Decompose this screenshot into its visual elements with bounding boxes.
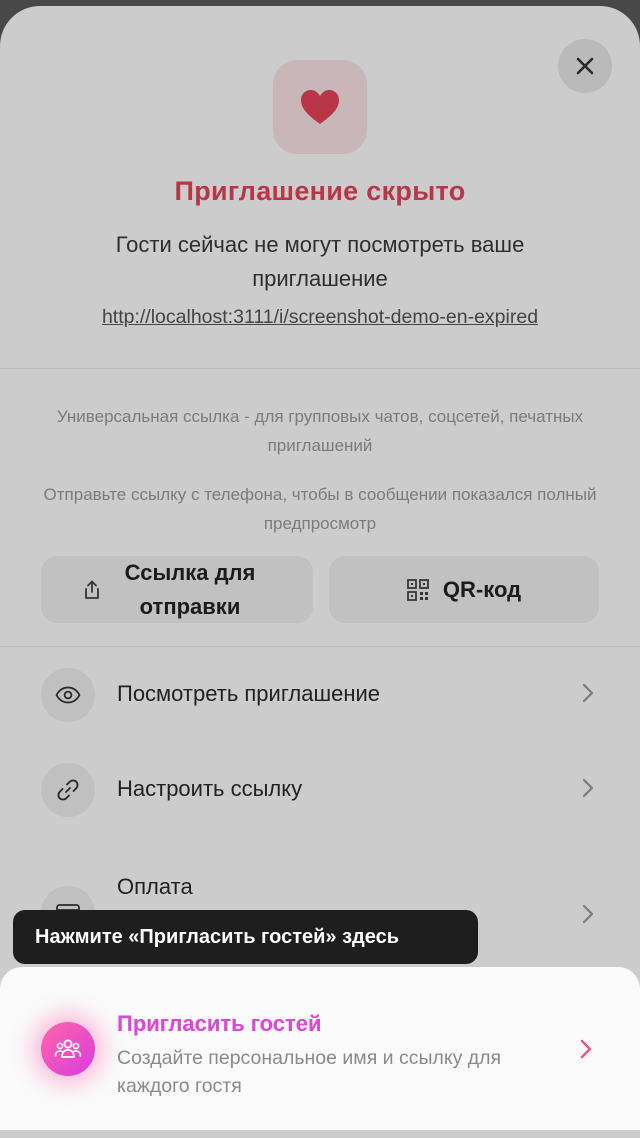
invite-icon-circle [41, 1022, 95, 1076]
chevron-right-icon [580, 1039, 592, 1059]
invite-title: Пригласить гостей [117, 1011, 322, 1036]
invite-description: Создайте персональное имя и ссылку для к… [117, 1047, 502, 1097]
onboarding-tooltip: Нажмите «Пригласить гостей» здесь [13, 910, 478, 964]
invite-guests-card[interactable]: Пригласить гостей Создайте персональное … [0, 967, 640, 1130]
guests-icon [54, 1039, 82, 1058]
